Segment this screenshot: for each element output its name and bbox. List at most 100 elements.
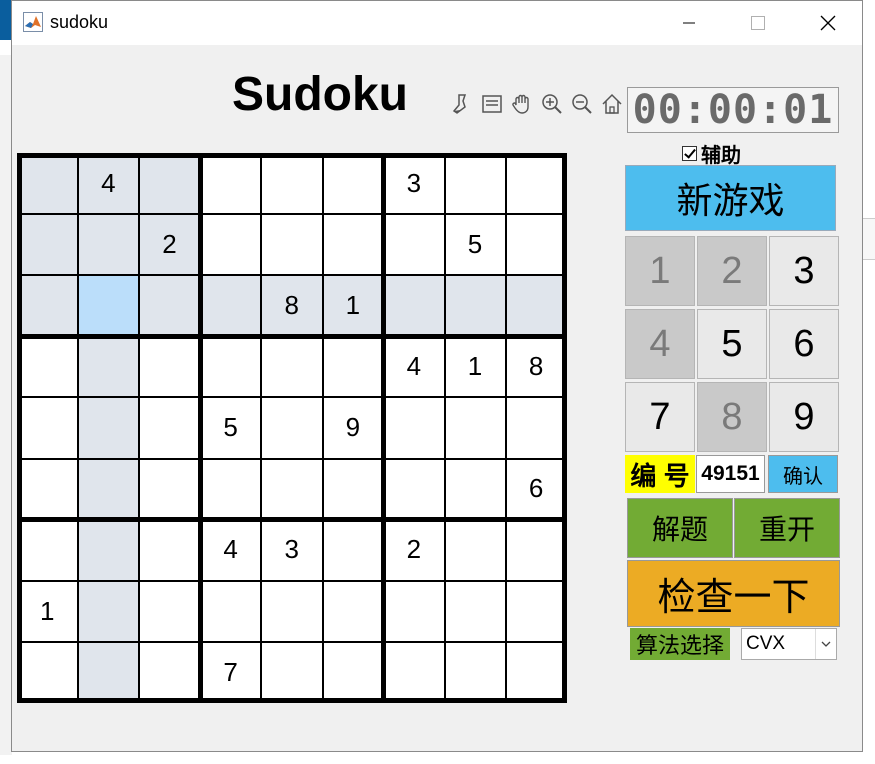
board-cell[interactable]	[261, 214, 322, 275]
board-cell[interactable]	[17, 336, 78, 397]
restart-button[interactable]: 重开	[734, 498, 840, 558]
board-cell[interactable]	[78, 580, 139, 642]
board-cell[interactable]	[78, 214, 139, 275]
board-cell[interactable]: 8	[505, 336, 567, 397]
board-cell[interactable]	[139, 580, 200, 642]
board-cell[interactable]	[383, 275, 445, 336]
board-cell[interactable]	[139, 153, 200, 214]
board-cell[interactable]	[200, 153, 261, 214]
board-cell[interactable]	[78, 519, 139, 581]
board-cell[interactable]: 9	[322, 397, 384, 458]
board-cell[interactable]	[383, 580, 445, 642]
board-cell[interactable]	[200, 214, 261, 275]
checkbox-checked-icon[interactable]	[682, 146, 697, 161]
board-cell[interactable]: 2	[383, 519, 445, 581]
board-cell[interactable]	[261, 397, 322, 458]
board-cell[interactable]	[139, 275, 200, 336]
pan-hand-icon[interactable]	[508, 90, 536, 118]
board-cell[interactable]	[322, 519, 384, 581]
board-cell[interactable]	[322, 336, 384, 397]
board-cell[interactable]: 4	[383, 336, 445, 397]
zoom-in-icon[interactable]	[538, 90, 566, 118]
board-cell[interactable]	[505, 153, 567, 214]
solve-button[interactable]: 解题	[627, 498, 733, 558]
board-cell[interactable]	[261, 458, 322, 520]
board-cell[interactable]	[444, 458, 506, 520]
board-cell[interactable]: 7	[200, 641, 261, 703]
board-cell[interactable]	[383, 214, 445, 275]
board-cell[interactable]: 1	[17, 580, 78, 642]
board-cell[interactable]	[444, 580, 506, 642]
number-button-8[interactable]: 8	[697, 382, 767, 452]
board-cell[interactable]	[261, 580, 322, 642]
board-cell[interactable]	[17, 641, 78, 703]
board-cell[interactable]	[78, 397, 139, 458]
board-cell[interactable]: 6	[505, 458, 567, 520]
board-cell[interactable]	[322, 641, 384, 703]
board-cell[interactable]	[261, 336, 322, 397]
board-cell[interactable]	[139, 519, 200, 581]
number-button-9[interactable]: 9	[769, 382, 839, 452]
confirm-button[interactable]: 确认	[768, 455, 838, 493]
chevron-down-icon[interactable]	[815, 629, 836, 659]
board-cell[interactable]	[78, 275, 139, 336]
board-cell[interactable]	[505, 641, 567, 703]
board-cell[interactable]	[383, 397, 445, 458]
zoom-out-icon[interactable]	[568, 90, 596, 118]
board-cell[interactable]	[139, 336, 200, 397]
board-cell[interactable]: 2	[139, 214, 200, 275]
board-cell[interactable]: 8	[261, 275, 322, 336]
number-button-5[interactable]: 5	[697, 309, 767, 379]
board-cell[interactable]	[200, 458, 261, 520]
board-cell[interactable]	[444, 275, 506, 336]
board-cell[interactable]	[78, 336, 139, 397]
board-cell[interactable]: 1	[322, 275, 384, 336]
board-cell[interactable]: 4	[78, 153, 139, 214]
board-cell[interactable]	[383, 458, 445, 520]
board-cell[interactable]	[444, 519, 506, 581]
board-cell[interactable]	[17, 275, 78, 336]
board-cell[interactable]	[139, 458, 200, 520]
home-icon[interactable]	[598, 90, 626, 118]
check-button[interactable]: 检查一下	[627, 560, 840, 627]
board-cell[interactable]: 3	[261, 519, 322, 581]
number-button-7[interactable]: 7	[625, 382, 695, 452]
board-cell[interactable]	[200, 580, 261, 642]
board-cell[interactable]	[78, 641, 139, 703]
brush-icon[interactable]	[448, 90, 476, 118]
board-cell[interactable]: 4	[200, 519, 261, 581]
board-cell[interactable]	[444, 153, 506, 214]
number-button-4[interactable]: 4	[625, 309, 695, 379]
board-cell[interactable]: 1	[444, 336, 506, 397]
maximize-button[interactable]	[735, 5, 781, 41]
board-cell[interactable]	[17, 214, 78, 275]
close-button[interactable]	[805, 5, 851, 41]
board-cell[interactable]	[322, 214, 384, 275]
board-cell[interactable]: 3	[383, 153, 445, 214]
board-cell[interactable]	[322, 153, 384, 214]
board-cell[interactable]	[17, 458, 78, 520]
board-cell[interactable]	[200, 336, 261, 397]
assist-checkbox[interactable]: 辅助	[682, 139, 741, 168]
board-cell[interactable]	[261, 153, 322, 214]
number-button-1[interactable]: 1	[625, 236, 695, 306]
board-cell[interactable]	[78, 458, 139, 520]
board-cell[interactable]	[139, 641, 200, 703]
number-button-2[interactable]: 2	[697, 236, 767, 306]
number-button-3[interactable]: 3	[769, 236, 839, 306]
board-cell[interactable]	[505, 275, 567, 336]
board-cell[interactable]	[444, 397, 506, 458]
board-cell[interactable]	[505, 519, 567, 581]
datatip-icon[interactable]	[478, 90, 506, 118]
board-cell[interactable]	[444, 641, 506, 703]
board-cell[interactable]	[505, 580, 567, 642]
new-game-button[interactable]: 新游戏	[625, 165, 836, 231]
board-cell[interactable]	[17, 519, 78, 581]
board-cell[interactable]: 5	[444, 214, 506, 275]
board-cell[interactable]	[261, 641, 322, 703]
puzzle-id-input[interactable]: 49151	[696, 455, 765, 493]
board-cell[interactable]	[322, 580, 384, 642]
board-cell[interactable]	[17, 397, 78, 458]
board-cell[interactable]	[505, 397, 567, 458]
board-cell[interactable]	[322, 458, 384, 520]
